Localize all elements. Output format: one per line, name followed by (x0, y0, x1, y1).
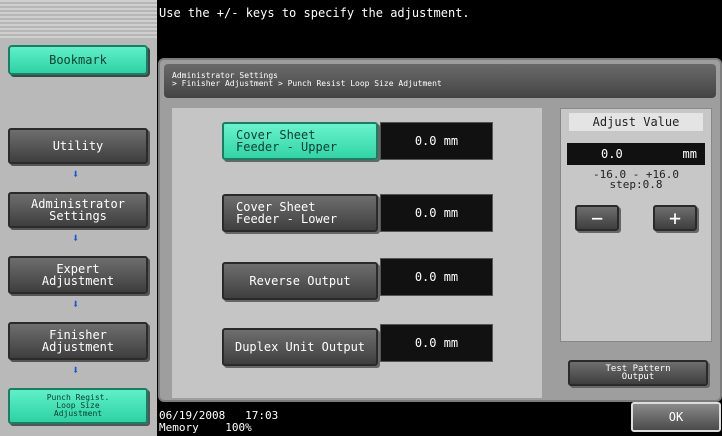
memory-value: 100% (225, 421, 252, 434)
plus-button[interactable]: + (653, 205, 697, 231)
duplex-unit-output-value: 0.0 mm (380, 324, 493, 362)
sidebar-item-finisher-adjustment[interactable]: Finisher Adjustment (8, 322, 148, 360)
adjust-value-panel: Adjust Value 0.0 mm -16.0 - +16.0 step:0… (560, 108, 712, 342)
adjust-range: -16.0 - +16.0 step:0.8 (561, 169, 711, 191)
ok-button[interactable]: OK (631, 402, 721, 432)
message-bar: Use the +/- keys to specify the adjustme… (157, 0, 722, 58)
adjust-value-title: Adjust Value (569, 113, 703, 131)
adjust-value: 0.0 (601, 147, 623, 161)
sidebar-item-utility[interactable]: Utility (8, 128, 148, 164)
sidebar-item-administrator-settings[interactable]: Administrator Settings (8, 192, 148, 228)
adjust-value-display: 0.0 mm (567, 143, 705, 165)
cover-sheet-feeder-upper-button[interactable]: Cover Sheet Feeder - Upper (222, 122, 378, 160)
sidebar-item-punch-regist-loop-size[interactable]: Punch Regist. Loop Size Adjustment (8, 388, 148, 424)
adjustment-list: Cover Sheet Feeder - Upper 0.0 mm Cover … (172, 108, 542, 398)
duplex-unit-output-button[interactable]: Duplex Unit Output (222, 328, 378, 366)
breadcrumb-line-2: > Finisher Adjustment > Punch Resist Loo… (172, 79, 442, 88)
test-pattern-output-button[interactable]: Test Pattern Output (568, 360, 708, 386)
down-arrow-icon: ⬇ (72, 231, 80, 245)
down-arrow-icon: ⬇ (72, 167, 80, 181)
reverse-output-button[interactable]: Reverse Output (222, 262, 378, 300)
breadcrumb: Administrator Settings > Finisher Adjust… (164, 64, 716, 98)
cover-sheet-feeder-lower-value: 0.0 mm (380, 194, 493, 232)
memory-label: Memory (159, 421, 199, 434)
minus-button[interactable]: − (575, 205, 619, 231)
status-info: 06/19/2008 17:03 Memory 100% (159, 410, 278, 434)
down-arrow-icon: ⬇ (72, 297, 80, 311)
sidebar-item-expert-adjustment[interactable]: Expert Adjustment (8, 256, 148, 294)
cover-sheet-feeder-upper-value: 0.0 mm (380, 122, 493, 160)
cover-sheet-feeder-lower-button[interactable]: Cover Sheet Feeder - Lower (222, 194, 378, 232)
sidebar: Bookmark Utility ⬇ Administrator Setting… (0, 0, 157, 436)
main-panel: Administrator Settings > Finisher Adjust… (158, 58, 722, 402)
adjust-unit: mm (682, 147, 697, 161)
bookmark-button[interactable]: Bookmark (8, 45, 148, 75)
reverse-output-value: 0.0 mm (380, 258, 493, 296)
status-bar: 06/19/2008 17:03 Memory 100% OK (157, 402, 722, 436)
adjust-step: step:0.8 (609, 178, 663, 191)
down-arrow-icon: ⬇ (72, 363, 80, 377)
instruction-message: Use the +/- keys to specify the adjustme… (159, 6, 470, 20)
sidebar-stripe (0, 0, 157, 38)
